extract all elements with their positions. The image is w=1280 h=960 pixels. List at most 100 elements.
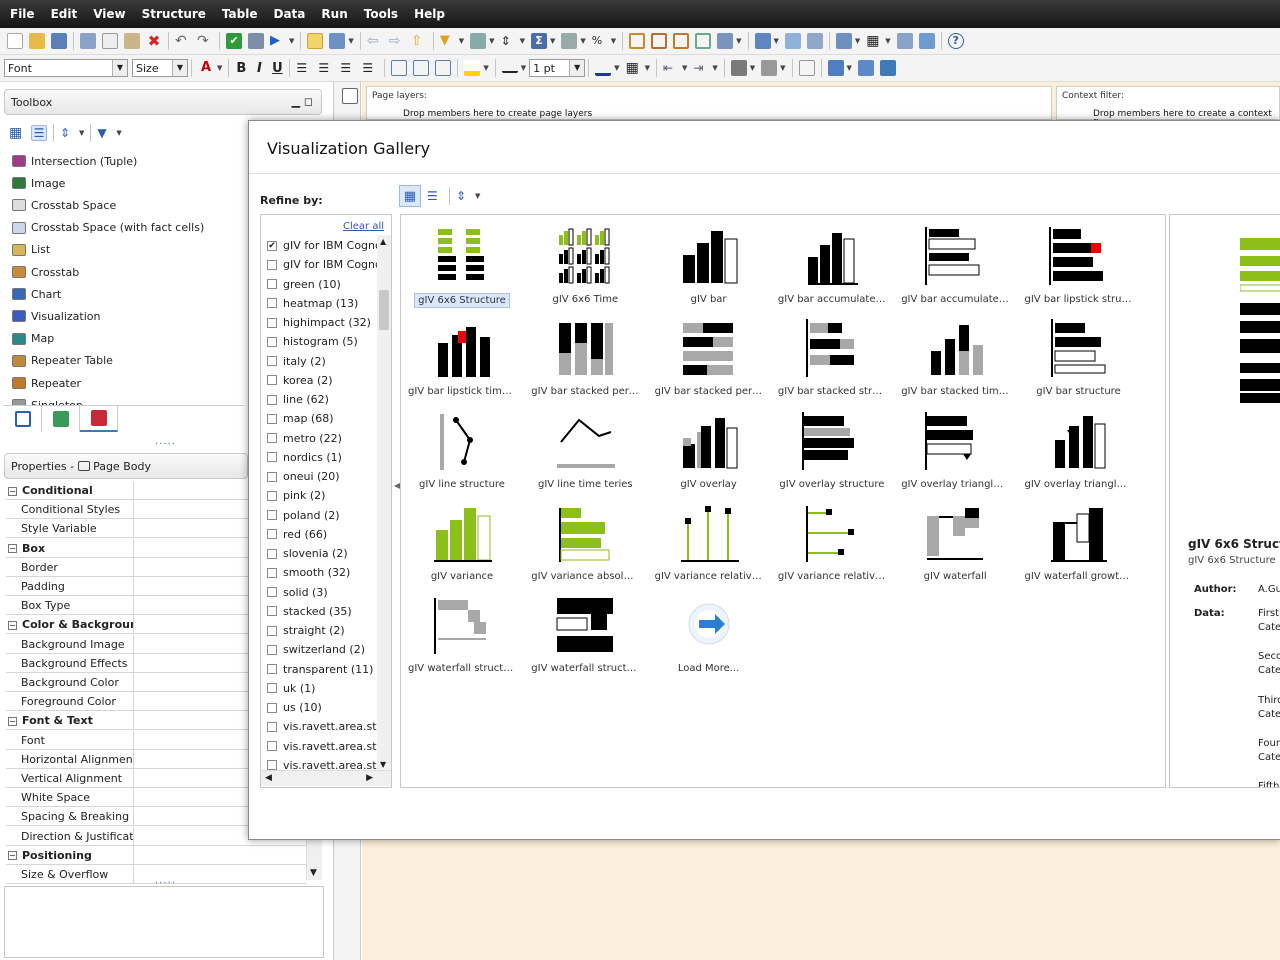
- pick-up-dropdown-icon[interactable]: ▼: [847, 64, 852, 72]
- filter-option[interactable]: green (10): [267, 275, 379, 294]
- filter-checkbox[interactable]: [267, 452, 277, 463]
- filter-option[interactable]: straight (2): [267, 621, 379, 640]
- filter-option[interactable]: pink (2): [267, 486, 379, 505]
- filter-checkbox[interactable]: [267, 490, 277, 501]
- sort-icon[interactable]: ⇕: [456, 188, 472, 204]
- filter-checkbox[interactable]: [267, 625, 277, 636]
- visualization-tile[interactable]: gIV 6x6 Structure: [403, 223, 521, 313]
- toolbox-item[interactable]: Chart: [12, 283, 61, 305]
- filter-option[interactable]: ✔ gIV for IBM Cognos: [267, 236, 379, 255]
- visualization-tile[interactable]: gIV variance relative...: [650, 500, 768, 590]
- chevron-down-icon[interactable]: ▼: [380, 760, 386, 769]
- filter-checkbox[interactable]: ✔: [267, 240, 277, 251]
- chevron-left-icon[interactable]: ◀: [265, 773, 272, 783]
- filter-option[interactable]: metro (22): [267, 429, 379, 448]
- chevron-down-icon[interactable]: ▼: [569, 60, 585, 76]
- background-color-dropdown-icon[interactable]: ▼: [483, 64, 488, 72]
- line-color-dropdown-icon[interactable]: ▼: [614, 64, 619, 72]
- filter-checkbox[interactable]: [267, 279, 277, 289]
- filter-checkbox[interactable]: [267, 336, 277, 347]
- collapse-icon[interactable]: −: [8, 620, 17, 630]
- filter-option[interactable]: solid (3): [267, 583, 379, 602]
- clear-all-link[interactable]: Clear all: [343, 221, 384, 232]
- tab-data-items[interactable]: [42, 406, 80, 432]
- filter-option[interactable]: histogram (5): [267, 332, 379, 351]
- align-center-icon[interactable]: ☰: [318, 60, 334, 76]
- visualization-tile[interactable]: gIV bar stacked time ...: [896, 315, 1014, 405]
- visualization-tile[interactable]: gIV bar: [650, 223, 768, 313]
- sort-icon[interactable]: [470, 33, 487, 49]
- toolbox-item[interactable]: Image: [12, 172, 65, 194]
- pick-up-icon[interactable]: [827, 60, 844, 76]
- filter-option[interactable]: us (10): [267, 698, 379, 717]
- visualization-tile[interactable]: gIV line structure: [403, 408, 521, 498]
- tab-source[interactable]: [4, 406, 42, 432]
- merge-icon[interactable]: [784, 33, 801, 49]
- page-explorer-icon[interactable]: [342, 88, 358, 104]
- justify-icon[interactable]: ☰: [362, 60, 378, 76]
- toolbox-item[interactable]: Intersection (Tuple): [12, 150, 137, 172]
- visualization-tile[interactable]: gIV waterfall: [896, 500, 1014, 590]
- visualization-tile[interactable]: gIV line time teries: [526, 408, 644, 498]
- filter-scrollbar[interactable]: ▲ ▼: [377, 235, 391, 771]
- property-value[interactable]: [134, 846, 306, 864]
- chevron-right-icon[interactable]: ▶: [366, 773, 373, 783]
- summarize-icon[interactable]: Σ: [530, 33, 547, 49]
- pick-style-icon[interactable]: [730, 60, 747, 76]
- align-left-icon[interactable]: ☰: [296, 60, 312, 76]
- indent-more-icon[interactable]: ⇥: [693, 60, 709, 76]
- indent-less-dropdown-icon[interactable]: ▼: [682, 64, 687, 72]
- filter-option[interactable]: stacked (35): [267, 602, 379, 621]
- visualization-tile[interactable]: gIV variance: [403, 500, 521, 590]
- toolbox-item[interactable]: List: [12, 239, 50, 261]
- menu-tools[interactable]: Tools: [356, 7, 406, 21]
- visualization-tile[interactable]: gIV bar accumulated ...: [773, 223, 891, 313]
- minimize-maximize-icon[interactable]: ▁ ◻: [292, 95, 313, 108]
- grid-icon[interactable]: ▦: [866, 33, 882, 49]
- filter-option[interactable]: italy (2): [267, 352, 379, 371]
- line-style-icon[interactable]: [501, 64, 518, 73]
- lock-icon[interactable]: [307, 33, 324, 49]
- group-dropdown-icon[interactable]: ▼: [580, 37, 585, 45]
- visualization-tile[interactable]: gIV bar stacked perc...: [526, 315, 644, 405]
- filter-checkbox[interactable]: [267, 413, 277, 424]
- visualization-tile[interactable]: gIV variance relative...: [773, 500, 891, 590]
- pivot-icon[interactable]: [651, 33, 668, 49]
- clear-style-icon[interactable]: [798, 60, 815, 76]
- chart-dropdown-icon[interactable]: ▼: [774, 37, 779, 45]
- filter-checkbox[interactable]: [267, 317, 277, 328]
- valign-top-icon[interactable]: [391, 60, 408, 76]
- menu-help[interactable]: Help: [406, 7, 453, 21]
- underline-button[interactable]: U: [268, 61, 286, 76]
- insert-col-icon[interactable]: [918, 33, 935, 49]
- filter-checkbox[interactable]: [267, 510, 277, 520]
- page-layers-dropzone[interactable]: Page layers: Drop members here to create…: [366, 86, 1052, 120]
- visualization-tile[interactable]: gIV overlay: [650, 408, 768, 498]
- filter-checkbox[interactable]: [267, 721, 277, 732]
- filter-hscrollbar[interactable]: ◀ ▶: [261, 770, 391, 786]
- filter-icon[interactable]: ▼: [440, 33, 456, 49]
- valign-bottom-icon[interactable]: [435, 60, 452, 76]
- back-icon[interactable]: ⇦: [367, 33, 383, 49]
- header-icon[interactable]: [629, 33, 646, 49]
- filter-dropdown-icon[interactable]: ▼: [459, 37, 464, 45]
- filter-option[interactable]: oneui (20): [267, 467, 379, 486]
- grid-dropdown-icon[interactable]: ▼: [885, 37, 890, 45]
- toolbox-item[interactable]: Repeater Table: [12, 350, 113, 372]
- run-dropdown-icon[interactable]: ▼: [289, 37, 294, 45]
- filter-checkbox[interactable]: [267, 702, 277, 713]
- menu-data[interactable]: Data: [266, 7, 314, 21]
- summarize-dropdown-icon[interactable]: ▼: [550, 37, 555, 45]
- visualization-tile[interactable]: gIV variance absolut...: [526, 500, 644, 590]
- print-icon[interactable]: [248, 33, 264, 49]
- sort-dropdown-icon[interactable]: ▼: [475, 192, 480, 200]
- insert-table-icon[interactable]: [329, 33, 346, 49]
- chevron-down-icon[interactable]: ▼: [310, 868, 317, 878]
- filter-option[interactable]: heatmap (13): [267, 294, 379, 313]
- borders-icon[interactable]: ▦: [626, 60, 642, 76]
- up-icon[interactable]: ⇧: [411, 33, 427, 49]
- visualization-tile[interactable]: gIV 6x6 Time: [526, 223, 644, 313]
- collapse-icon[interactable]: −: [8, 851, 17, 861]
- background-color-icon[interactable]: [464, 60, 481, 76]
- visualization-tile[interactable]: gIV waterfall structu...: [403, 592, 521, 682]
